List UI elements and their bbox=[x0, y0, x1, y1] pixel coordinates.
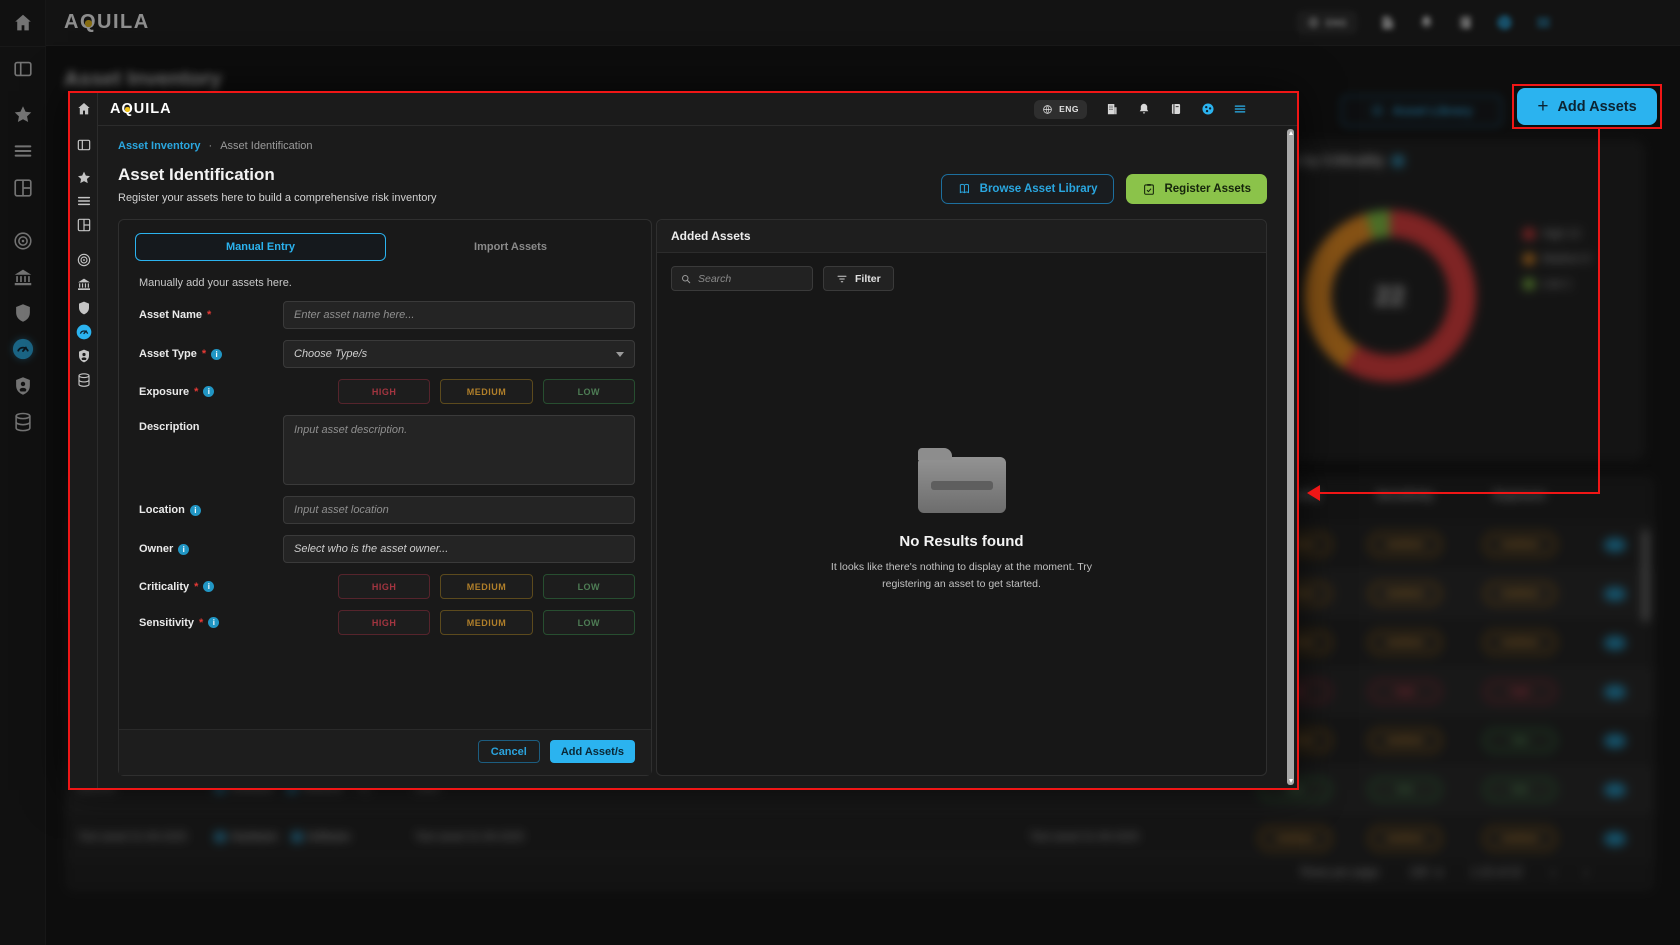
added-assets-title: Added Assets bbox=[671, 229, 751, 243]
exposure-low-button[interactable]: LOW bbox=[543, 379, 635, 404]
search-box[interactable] bbox=[671, 266, 813, 291]
asset-name-label: Asset Name* bbox=[135, 309, 283, 321]
language-selector[interactable]: ENG bbox=[1034, 100, 1087, 119]
shield-user-icon[interactable] bbox=[76, 348, 92, 364]
modal-header-icons: ENG bbox=[1034, 100, 1247, 119]
breadcrumb-current: Asset Identification bbox=[220, 140, 312, 152]
menu-icon[interactable] bbox=[1233, 102, 1247, 116]
exposure-levels: HIGH MEDIUM LOW bbox=[283, 379, 635, 404]
language-label: ENG bbox=[1059, 104, 1079, 114]
empty-state-message: It looks like there's nothing to display… bbox=[812, 559, 1112, 592]
clipboard-icon bbox=[1142, 182, 1156, 196]
breadcrumb-parent[interactable]: Asset Inventory bbox=[118, 140, 201, 152]
exposure-high-button[interactable]: HIGH bbox=[338, 379, 430, 404]
criticality-label: Criticality* bbox=[135, 581, 283, 593]
location-input[interactable] bbox=[283, 496, 635, 524]
description-label: Description bbox=[135, 421, 283, 433]
library-icon bbox=[958, 182, 972, 196]
form-hint: Manually add your assets here. bbox=[139, 277, 635, 289]
sensitivity-levels: HIGH MEDIUM LOW bbox=[283, 610, 635, 635]
folder-icon bbox=[918, 457, 1006, 513]
exposure-label: Exposure* bbox=[135, 386, 283, 398]
asset-type-label: Asset Type* bbox=[135, 348, 283, 360]
gauge-icon[interactable] bbox=[76, 324, 92, 340]
tab-manual-entry[interactable]: Manual Entry bbox=[135, 233, 386, 261]
added-assets-header: Added Assets bbox=[657, 220, 1266, 253]
add-assets-label: Add Assets bbox=[1557, 99, 1636, 115]
globe-icon[interactable] bbox=[1201, 102, 1215, 116]
asset-identification-modal: AQUILA ENG Asset Inventory · Asset Ident… bbox=[68, 91, 1299, 790]
asset-name-input[interactable] bbox=[283, 301, 635, 329]
criticality-low-button[interactable]: LOW bbox=[543, 574, 635, 599]
register-assets-button[interactable]: Register Assets bbox=[1126, 174, 1267, 204]
star-icon[interactable] bbox=[76, 170, 92, 186]
asset-type-select[interactable]: Choose Type/s bbox=[283, 340, 635, 368]
sensitivity-low-button[interactable]: LOW bbox=[543, 610, 635, 635]
manual-entry-form-card: Manual Entry Import Assets Manually add … bbox=[118, 219, 652, 776]
owner-label: Owner bbox=[135, 543, 283, 555]
info-icon[interactable] bbox=[211, 349, 222, 360]
info-icon[interactable] bbox=[203, 386, 214, 397]
location-label: Location bbox=[135, 504, 283, 516]
cancel-button[interactable]: Cancel bbox=[478, 740, 540, 763]
shield-icon[interactable] bbox=[76, 300, 92, 316]
search-icon bbox=[680, 273, 692, 285]
info-icon[interactable] bbox=[178, 544, 189, 555]
database-icon[interactable] bbox=[76, 372, 92, 388]
breadcrumb: Asset Inventory · Asset Identification bbox=[118, 140, 1267, 152]
owner-select[interactable]: Select who is the asset owner... bbox=[283, 535, 635, 563]
filter-button[interactable]: Filter bbox=[823, 266, 894, 291]
filter-icon bbox=[836, 273, 848, 285]
empty-state-title: No Results found bbox=[899, 533, 1023, 550]
info-icon[interactable] bbox=[190, 505, 201, 516]
journal-icon[interactable] bbox=[1169, 102, 1183, 116]
add-assets-button[interactable]: + Add Assets bbox=[1517, 88, 1657, 125]
empty-state: No Results found It looks like there's n… bbox=[657, 304, 1266, 775]
aquila-logo: AQUILA bbox=[110, 101, 172, 117]
criticality-levels: HIGH MEDIUM LOW bbox=[283, 574, 635, 599]
radar-icon[interactable] bbox=[76, 252, 92, 268]
sensitivity-medium-button[interactable]: MEDIUM bbox=[440, 610, 532, 635]
modal-subtitle: Register your assets here to build a com… bbox=[118, 192, 437, 204]
tab-import-assets[interactable]: Import Assets bbox=[386, 233, 635, 261]
browse-asset-library-button[interactable]: Browse Asset Library bbox=[941, 174, 1115, 204]
criticality-medium-button[interactable]: MEDIUM bbox=[440, 574, 532, 599]
chevron-down-icon bbox=[616, 352, 624, 361]
annotation-line-vertical bbox=[1598, 129, 1600, 493]
modal-sidebar-rail bbox=[70, 93, 98, 788]
menu-icon[interactable] bbox=[76, 193, 92, 209]
annotation-arrowhead bbox=[1299, 485, 1320, 501]
add-asset-submit-button[interactable]: Add Asset/s bbox=[550, 740, 635, 763]
plus-icon: + bbox=[1537, 96, 1548, 118]
criticality-high-button[interactable]: HIGH bbox=[338, 574, 430, 599]
added-assets-panel: Added Assets Filter bbox=[656, 219, 1267, 776]
sensitivity-high-button[interactable]: HIGH bbox=[338, 610, 430, 635]
building-icon[interactable] bbox=[1105, 102, 1119, 116]
layout-panel-icon[interactable] bbox=[76, 137, 92, 153]
search-input[interactable] bbox=[698, 273, 804, 285]
bell-icon[interactable] bbox=[1137, 102, 1151, 116]
globe-icon bbox=[1042, 104, 1053, 115]
annotation-line-horizontal bbox=[1310, 492, 1600, 494]
sensitivity-label: Sensitivity* bbox=[135, 617, 283, 629]
kanban-icon[interactable] bbox=[76, 217, 92, 233]
info-icon[interactable] bbox=[203, 581, 214, 592]
modal-header: AQUILA ENG bbox=[98, 93, 1297, 126]
exposure-medium-button[interactable]: MEDIUM bbox=[440, 379, 532, 404]
modal-scrollbar[interactable] bbox=[1287, 129, 1294, 785]
home-icon[interactable] bbox=[76, 101, 92, 117]
info-icon[interactable] bbox=[208, 617, 219, 628]
bank-icon[interactable] bbox=[76, 276, 92, 292]
modal-title: Asset Identification bbox=[118, 165, 437, 185]
description-textarea[interactable] bbox=[283, 415, 635, 485]
